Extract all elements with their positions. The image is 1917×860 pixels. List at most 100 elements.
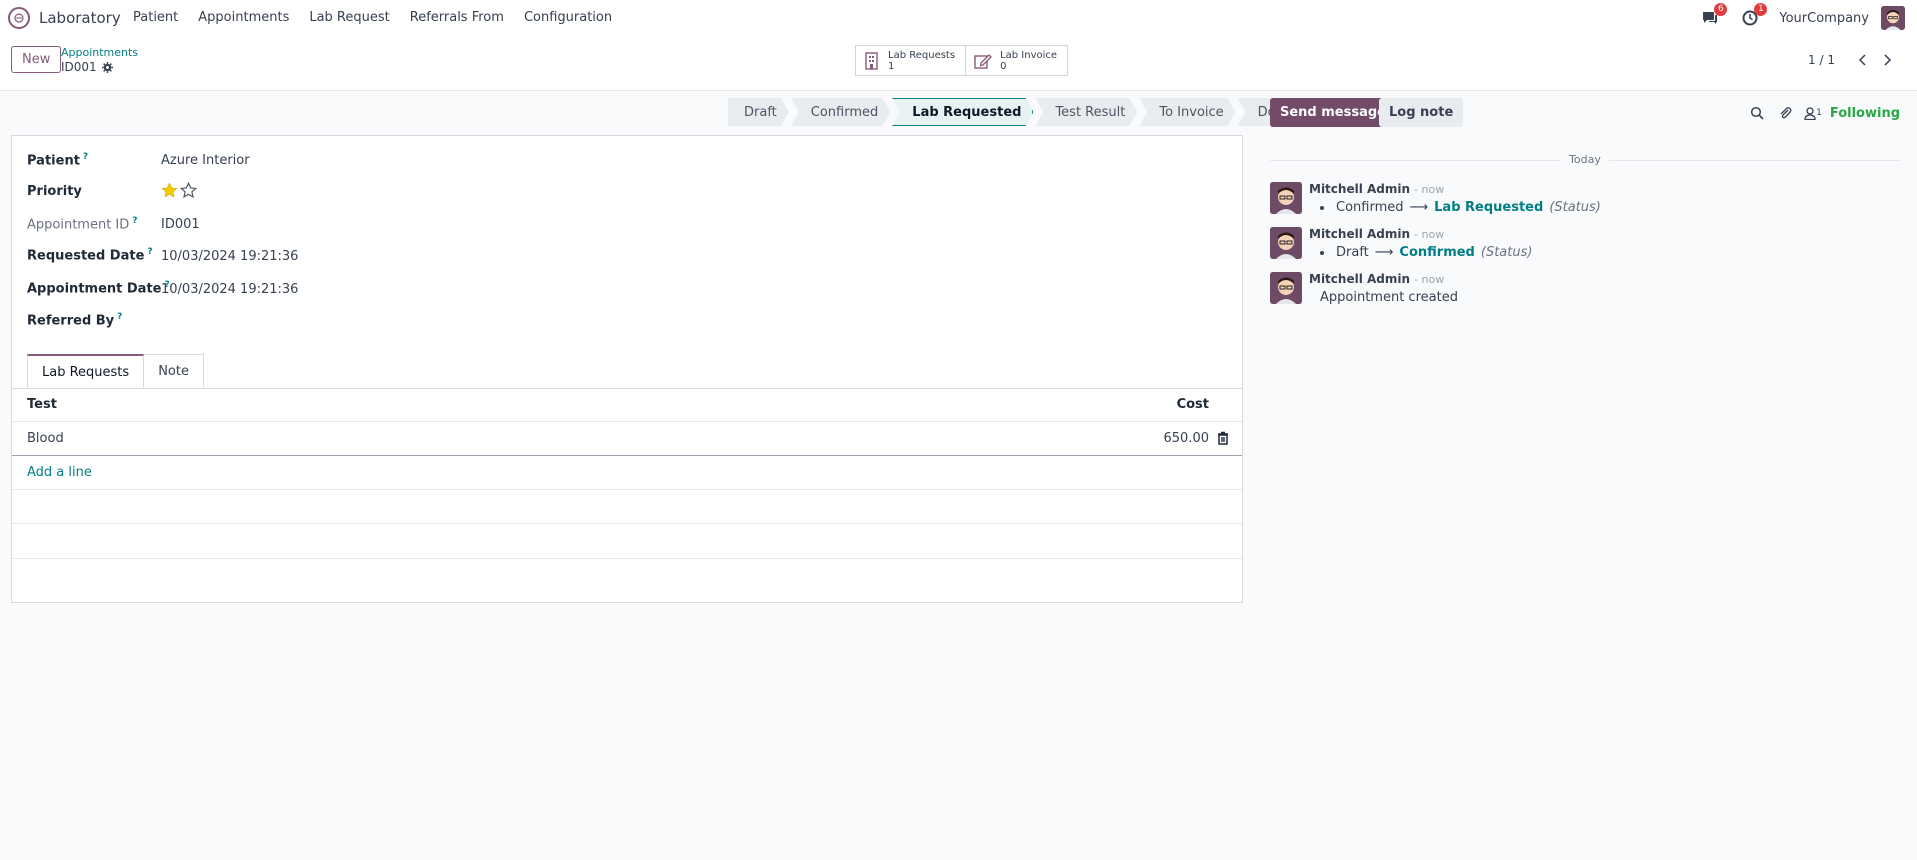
notebook-tabs: Lab Requests Note (27, 354, 204, 388)
column-cost[interactable]: Cost (1177, 397, 1209, 412)
message-body: Appointment created (1320, 290, 1458, 305)
send-message-button[interactable]: Send message (1270, 98, 1396, 127)
avatar[interactable] (1270, 227, 1302, 259)
form-sheet: Patient? Azure Interior Priority Appoint… (11, 135, 1243, 603)
help-mark[interactable]: ? (117, 312, 122, 322)
priority-widget (161, 182, 197, 199)
followers-icon[interactable]: 1 (1804, 104, 1822, 122)
empty-row (12, 490, 1242, 524)
empty-row (12, 559, 1242, 601)
add-a-line-link[interactable]: Add a line (27, 465, 92, 480)
priority-label: Priority (27, 184, 82, 199)
star-filled-icon[interactable] (161, 182, 178, 199)
help-mark[interactable]: ? (83, 152, 88, 162)
pager-previous-button[interactable] (1849, 49, 1875, 71)
navbar-systray: 6 1 YourCompany (1699, 0, 1917, 36)
chevron-right-icon (1884, 54, 1892, 66)
status-bar: Draft Confirmed Lab Requested Test Resul… (728, 98, 1310, 126)
old-value: Draft (1336, 245, 1369, 260)
lab-invoice-smart-button[interactable]: Lab Invoice 0 (966, 45, 1069, 76)
cell-cost[interactable]: 650.00 (1164, 431, 1210, 446)
messages-icon[interactable]: 6 (1699, 3, 1728, 29)
gear-icon[interactable] (101, 61, 113, 73)
tracked-field: (Status) (1480, 245, 1533, 260)
arrow-right-icon: ⟶ (1374, 245, 1394, 260)
patient-field[interactable]: Azure Interior (161, 153, 250, 168)
avatar[interactable] (1270, 272, 1302, 304)
trash-icon[interactable] (1216, 431, 1230, 445)
breadcrumb-appointments[interactable]: Appointments (61, 46, 138, 59)
column-test[interactable]: Test (27, 397, 57, 412)
message-author[interactable]: Mitchell Admin - now (1309, 272, 1444, 286)
stage-test-result[interactable]: Test Result (1035, 98, 1137, 126)
record-name: ID001 (61, 60, 97, 74)
chatter-message: Mitchell Admin - now Appointment created (1270, 272, 1900, 312)
menu-referrals-from[interactable]: Referrals From (410, 10, 504, 25)
stage-to-invoice[interactable]: To Invoice (1139, 98, 1235, 126)
help-mark[interactable]: ? (132, 216, 137, 226)
log-note-button[interactable]: Log note (1379, 98, 1464, 127)
tab-lab-requests[interactable]: Lab Requests (27, 354, 145, 388)
help-mark[interactable]: ? (147, 247, 152, 257)
tracking-value: Confirmed ⟶ Lab Requested (Status) (1320, 200, 1601, 215)
appointment-id-label: Appointment ID? (27, 216, 138, 233)
cell-test[interactable]: Blood (27, 431, 64, 446)
chatter-message: Mitchell Admin - now Draft ⟶ Confirmed (S… (1270, 227, 1900, 267)
chevron-left-icon (1858, 54, 1866, 66)
table-row[interactable]: Blood 650.00 (12, 422, 1242, 456)
empty-row (12, 524, 1242, 559)
message-author[interactable]: Mitchell Admin - now (1309, 227, 1444, 241)
tracked-field: (Status) (1549, 200, 1601, 215)
following-toggle[interactable]: Following (1830, 106, 1900, 121)
edit-icon (974, 53, 992, 69)
bullet (1320, 250, 1324, 255)
chatter-tools: 1 Following (1738, 104, 1900, 122)
patient-label: Patient? (27, 152, 89, 169)
message-time: - now (1414, 228, 1445, 241)
top-navbar: Laboratory Patient Appointments Lab Requ… (0, 0, 1917, 36)
stage-confirmed[interactable]: Confirmed (791, 98, 891, 126)
requested-date-field[interactable]: 10/03/2024 19:21:36 (161, 249, 298, 264)
menu-patient[interactable]: Patient (133, 10, 178, 25)
activities-badge: 1 (1754, 3, 1768, 16)
appointment-date-field[interactable]: 10/03/2024 19:21:36 (161, 282, 298, 297)
avatar[interactable] (1270, 182, 1302, 214)
app-name[interactable]: Laboratory (39, 9, 121, 27)
lab-requests-smart-button[interactable]: Lab Requests 1 (855, 45, 967, 76)
tracking-value: Draft ⟶ Confirmed (Status) (1320, 245, 1532, 260)
pager-next-button[interactable] (1875, 49, 1901, 71)
lab-invoice-count: 0 (1000, 60, 1007, 72)
activities-clock-icon[interactable]: 1 (1739, 3, 1768, 29)
star-empty-icon[interactable] (180, 182, 197, 199)
stage-draft[interactable]: Draft (728, 98, 789, 126)
search-icon[interactable] (1748, 104, 1766, 122)
paperclip-icon[interactable] (1776, 104, 1794, 122)
table-header: Test Cost (12, 389, 1242, 422)
referred-by-label: Referred By? (27, 312, 123, 329)
smart-buttons: Lab Requests 1 Lab Invoice 0 (855, 45, 1069, 76)
pager-value[interactable]: 1 / 1 (1808, 53, 1835, 67)
requested-date-label: Requested Date? (27, 247, 153, 264)
referred-by-field[interactable] (161, 312, 461, 330)
message-time: - now (1414, 183, 1445, 196)
add-line-row: Add a line (12, 456, 1242, 490)
message-author[interactable]: Mitchell Admin - now (1309, 182, 1444, 196)
menu-appointments[interactable]: Appointments (198, 10, 289, 25)
menu-lab-request[interactable]: Lab Request (309, 10, 389, 25)
lab-requests-label: Lab Requests (888, 49, 956, 61)
new-value: Confirmed (1399, 245, 1475, 260)
stage-lab-requested[interactable]: Lab Requested (892, 98, 1033, 126)
laboratory-app-icon[interactable] (8, 7, 30, 29)
arrow-right-icon: ⟶ (1409, 200, 1429, 215)
chatter-message: Mitchell Admin - now Confirmed ⟶ Lab Requ… (1270, 182, 1900, 222)
followers-count: 1 (1816, 108, 1822, 118)
appointment-date-label: Appointment Date? (27, 280, 170, 297)
company-switcher[interactable]: YourCompany (1779, 11, 1869, 26)
user-avatar[interactable] (1881, 6, 1905, 30)
chatter: Send message Log note 1 Following Today … (1270, 98, 1900, 698)
tab-note[interactable]: Note (144, 354, 204, 387)
messages-badge: 6 (1714, 3, 1728, 16)
new-button[interactable]: New (11, 46, 62, 73)
menu-configuration[interactable]: Configuration (524, 10, 612, 25)
lab-requests-count: 1 (888, 60, 895, 72)
